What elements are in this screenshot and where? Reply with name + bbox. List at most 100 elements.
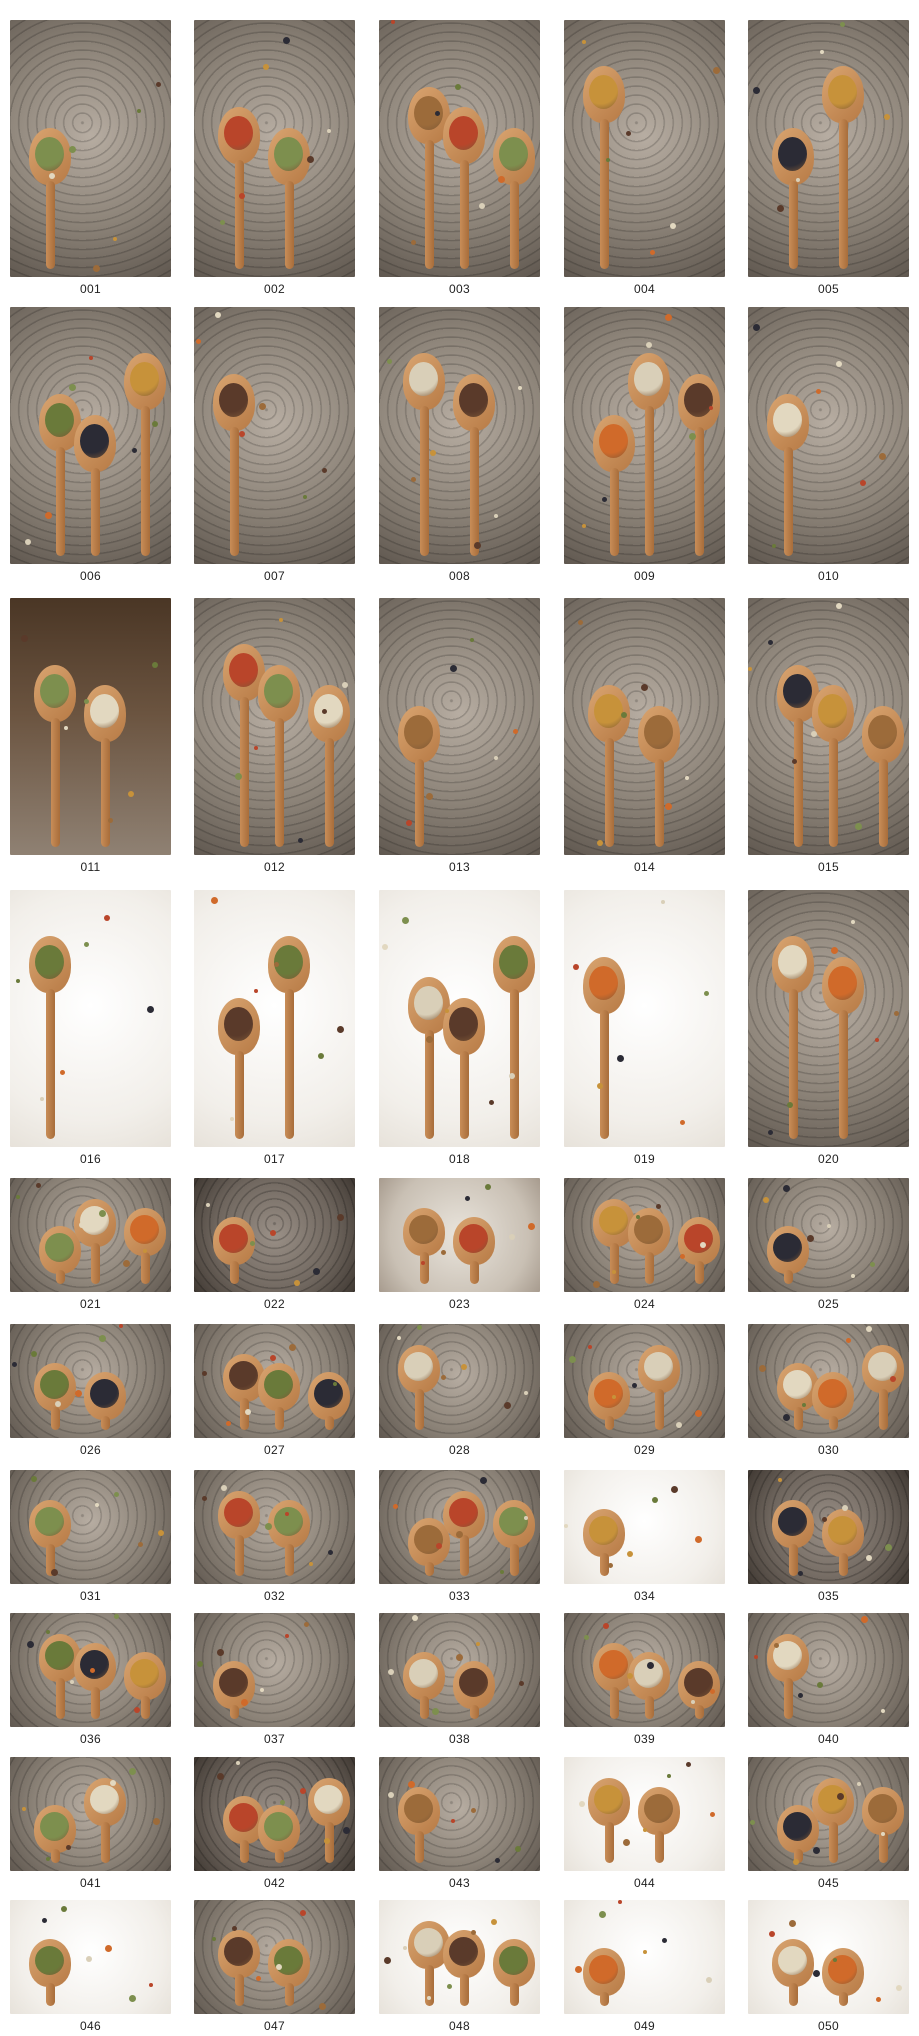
thumbnail-cell[interactable]: 046: [10, 1900, 171, 2036]
thumbnail-cell[interactable]: 016: [10, 890, 171, 1169]
thumbnail-cell[interactable]: 043: [379, 1757, 540, 1893]
thumbnail-cell[interactable]: 006: [10, 307, 171, 586]
spice-photo[interactable]: [748, 1900, 909, 2014]
thumbnail-cell[interactable]: 036: [10, 1613, 171, 1749]
spice-photo[interactable]: [379, 20, 540, 277]
spice-photo[interactable]: [10, 1178, 171, 1292]
spice-photo[interactable]: [194, 598, 355, 855]
spice-photo[interactable]: [194, 1324, 355, 1438]
thumbnail-cell[interactable]: 021: [10, 1178, 171, 1314]
thumbnail-cell[interactable]: 008: [379, 307, 540, 586]
thumbnail-cell[interactable]: 032: [194, 1470, 355, 1606]
spice-photo[interactable]: [194, 20, 355, 277]
thumbnail-cell[interactable]: 001: [10, 20, 171, 299]
thumbnail-cell[interactable]: 003: [379, 20, 540, 299]
thumbnail-cell[interactable]: 041: [10, 1757, 171, 1893]
thumbnail-cell[interactable]: 004: [564, 20, 725, 299]
spice-photo[interactable]: [564, 307, 725, 564]
spice-photo[interactable]: [194, 1757, 355, 1871]
spice-photo[interactable]: [10, 1757, 171, 1871]
spice-photo[interactable]: [564, 598, 725, 855]
thumbnail-cell[interactable]: 025: [748, 1178, 909, 1314]
spice-photo[interactable]: [194, 1613, 355, 1727]
thumbnail-cell[interactable]: 012: [194, 598, 355, 877]
spice-photo[interactable]: [564, 890, 725, 1147]
spice-photo[interactable]: [379, 1757, 540, 1871]
thumbnail-cell[interactable]: 049: [564, 1900, 725, 2036]
thumbnail-cell[interactable]: 038: [379, 1613, 540, 1749]
spice-photo[interactable]: [194, 307, 355, 564]
spice-photo[interactable]: [748, 890, 909, 1147]
thumbnail-cell[interactable]: 027: [194, 1324, 355, 1460]
thumbnail-cell[interactable]: 047: [194, 1900, 355, 2036]
thumbnail-cell[interactable]: 010: [748, 307, 909, 586]
spice-photo[interactable]: [10, 598, 171, 855]
spice-photo[interactable]: [379, 1324, 540, 1438]
spice-photo[interactable]: [748, 1324, 909, 1438]
thumbnail-cell[interactable]: 031: [10, 1470, 171, 1606]
spice-photo[interactable]: [379, 1470, 540, 1584]
thumbnail-cell[interactable]: 017: [194, 890, 355, 1169]
spice-photo[interactable]: [379, 1178, 540, 1292]
thumbnail-cell[interactable]: 030: [748, 1324, 909, 1460]
thumbnail-cell[interactable]: 023: [379, 1178, 540, 1314]
spice-photo[interactable]: [564, 1470, 725, 1584]
thumbnail-cell[interactable]: 034: [564, 1470, 725, 1606]
spice-photo[interactable]: [10, 890, 171, 1147]
spice-photo[interactable]: [379, 307, 540, 564]
thumbnail-cell[interactable]: 022: [194, 1178, 355, 1314]
spice-photo[interactable]: [564, 1757, 725, 1871]
spice-photo[interactable]: [748, 307, 909, 564]
spice-photo[interactable]: [564, 1324, 725, 1438]
thumbnail-cell[interactable]: 015: [748, 598, 909, 877]
thumbnail-cell[interactable]: 024: [564, 1178, 725, 1314]
spice-photo[interactable]: [194, 1900, 355, 2014]
spice-photo[interactable]: [10, 307, 171, 564]
spice-photo[interactable]: [748, 20, 909, 277]
spice-photo[interactable]: [379, 598, 540, 855]
spice-photo[interactable]: [10, 1900, 171, 2014]
thumbnail-cell[interactable]: 018: [379, 890, 540, 1169]
spice-photo[interactable]: [194, 1178, 355, 1292]
thumbnail-cell[interactable]: 050: [748, 1900, 909, 2036]
spice-photo[interactable]: [379, 1613, 540, 1727]
thumbnail-cell[interactable]: 042: [194, 1757, 355, 1893]
spice-photo[interactable]: [10, 1470, 171, 1584]
thumbnail-cell[interactable]: 013: [379, 598, 540, 877]
spice-photo[interactable]: [379, 890, 540, 1147]
thumbnail-cell[interactable]: 011: [10, 598, 171, 877]
spice-photo[interactable]: [379, 1900, 540, 2014]
thumbnail-cell[interactable]: 009: [564, 307, 725, 586]
spice-photo[interactable]: [10, 1324, 171, 1438]
thumbnail-cell[interactable]: 002: [194, 20, 355, 299]
thumbnail-cell[interactable]: 040: [748, 1613, 909, 1749]
thumbnail-cell[interactable]: 048: [379, 1900, 540, 2036]
spice-photo[interactable]: [564, 1900, 725, 2014]
thumbnail-cell[interactable]: 035: [748, 1470, 909, 1606]
spice-photo[interactable]: [194, 1470, 355, 1584]
spice-photo[interactable]: [748, 1470, 909, 1584]
spice-photo[interactable]: [10, 20, 171, 277]
thumbnail-cell[interactable]: 033: [379, 1470, 540, 1606]
thumbnail-cell[interactable]: 044: [564, 1757, 725, 1893]
thumbnail-cell[interactable]: 037: [194, 1613, 355, 1749]
thumbnail-cell[interactable]: 020: [748, 890, 909, 1169]
thumbnail-cell[interactable]: 045: [748, 1757, 909, 1893]
spice-photo[interactable]: [564, 1613, 725, 1727]
spice-photo[interactable]: [748, 598, 909, 855]
thumbnail-cell[interactable]: 005: [748, 20, 909, 299]
thumbnail-cell[interactable]: 019: [564, 890, 725, 1169]
spice-photo[interactable]: [748, 1178, 909, 1292]
spice-photo[interactable]: [10, 1613, 171, 1727]
spice-photo[interactable]: [748, 1613, 909, 1727]
thumbnail-cell[interactable]: 028: [379, 1324, 540, 1460]
thumbnail-cell[interactable]: 007: [194, 307, 355, 586]
spice-photo[interactable]: [748, 1757, 909, 1871]
spice-photo[interactable]: [564, 1178, 725, 1292]
thumbnail-cell[interactable]: 029: [564, 1324, 725, 1460]
spice-photo[interactable]: [564, 20, 725, 277]
spice-photo[interactable]: [194, 890, 355, 1147]
thumbnail-cell[interactable]: 026: [10, 1324, 171, 1460]
thumbnail-cell[interactable]: 039: [564, 1613, 725, 1749]
thumbnail-cell[interactable]: 014: [564, 598, 725, 877]
